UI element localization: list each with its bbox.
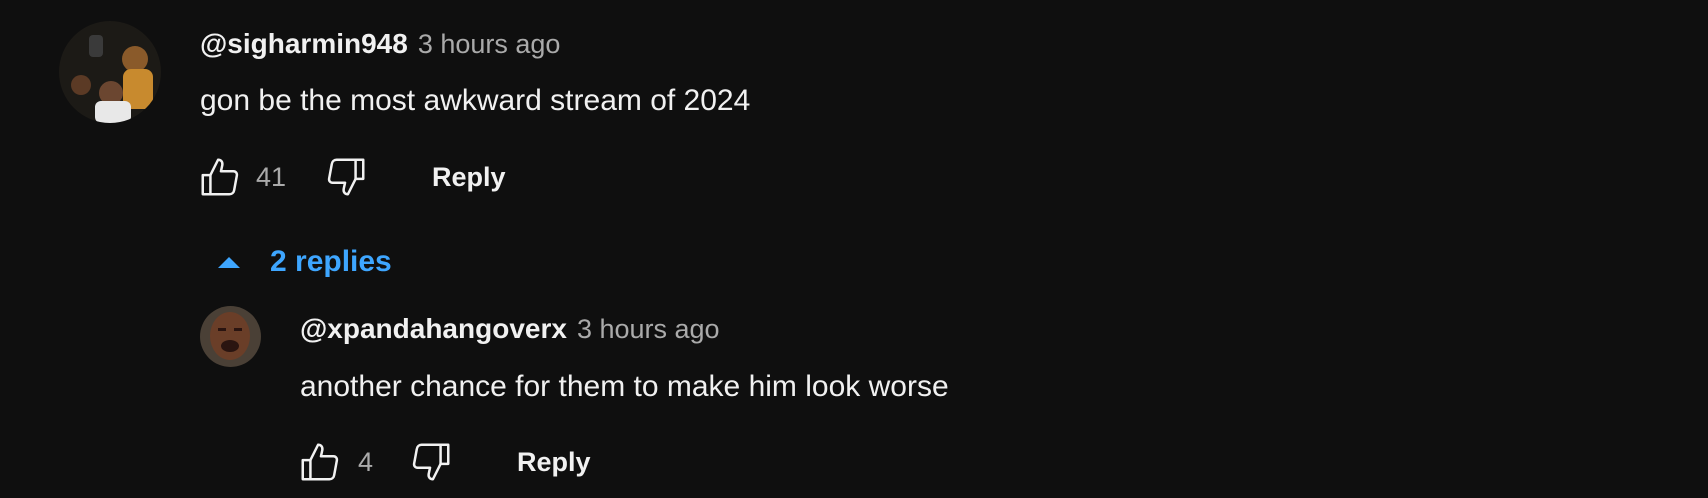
comment-author[interactable]: @sigharmin948 bbox=[200, 28, 408, 60]
like-count: 41 bbox=[256, 161, 287, 192]
reply-avatar[interactable] bbox=[200, 306, 261, 367]
like-count: 4 bbox=[358, 446, 374, 477]
comment-timestamp[interactable]: 3 hours ago bbox=[418, 29, 561, 60]
reply-author[interactable]: @xpandahangoverx bbox=[300, 313, 567, 345]
reply-timestamp[interactable]: 3 hours ago bbox=[577, 314, 720, 345]
reply-header: @xpandahangoverx 3 hours ago bbox=[300, 313, 720, 345]
dislike-icon[interactable] bbox=[322, 154, 370, 200]
reply-text: another chance for them to make him look… bbox=[300, 370, 949, 403]
replies-count-label: 2 replies bbox=[270, 245, 392, 278]
like-icon[interactable] bbox=[196, 154, 244, 200]
like-icon[interactable] bbox=[296, 439, 344, 485]
caret-up-icon bbox=[218, 256, 240, 268]
reply-actions: 4 Reply bbox=[296, 439, 591, 485]
comment-actions: 41 Reply bbox=[196, 154, 506, 200]
reply-button[interactable]: Reply bbox=[517, 447, 591, 478]
comment-header: @sigharmin948 3 hours ago bbox=[200, 28, 560, 60]
comment-avatar[interactable] bbox=[59, 21, 161, 123]
comment-text: gon be the most awkward stream of 2024 bbox=[200, 84, 751, 117]
dislike-icon[interactable] bbox=[407, 439, 455, 485]
replies-toggle[interactable]: 2 replies bbox=[218, 240, 392, 284]
reply-button[interactable]: Reply bbox=[432, 162, 506, 193]
